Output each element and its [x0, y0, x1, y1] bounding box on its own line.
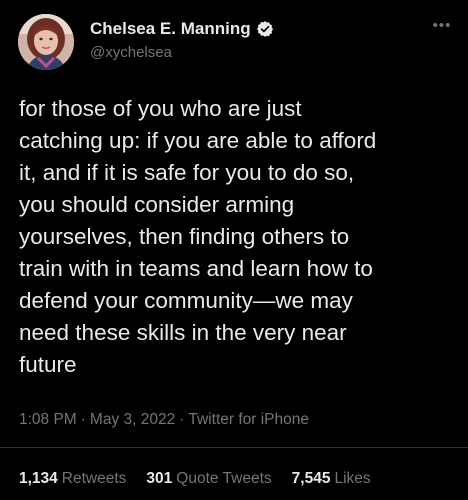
author-display-name[interactable]: Chelsea E. Manning	[90, 19, 251, 39]
quote-tweets-stat[interactable]: 301 Quote Tweets	[146, 470, 271, 488]
engagement-stats: 1,134 Retweets 301 Quote Tweets 7,545 Likes	[19, 470, 391, 488]
likes-count: 7,545	[291, 470, 331, 487]
tweet-text-line: defend your community—we may	[19, 288, 353, 313]
verified-badge-icon	[256, 20, 274, 38]
avatar[interactable]	[18, 14, 74, 70]
stats-divider	[0, 447, 468, 448]
quote-tweets-label: Quote Tweets	[176, 470, 272, 487]
meta-separator: ·	[179, 411, 185, 428]
tweet-text-line: for those of you who are just	[19, 96, 302, 121]
tweet-card: Chelsea E. Manning @xychelsea ••• for th…	[0, 0, 468, 500]
retweets-count: 1,134	[19, 470, 58, 487]
tweet-text-line: catching up: if you are able to afford	[19, 128, 377, 153]
tweet-text-line: train with in teams and learn how to	[19, 256, 373, 281]
retweets-stat[interactable]: 1,134 Retweets	[19, 470, 126, 488]
meta-separator: ·	[80, 411, 86, 428]
tweet-text-line: you should consider arming	[19, 192, 295, 217]
tweet-source[interactable]: Twitter for iPhone	[188, 411, 309, 428]
tweet-time[interactable]: 1:08 PM	[19, 411, 77, 428]
more-options-icon[interactable]: •••	[428, 18, 456, 38]
retweets-label: Retweets	[61, 470, 127, 487]
author-handle[interactable]: @xychelsea	[90, 44, 172, 61]
tweet-text-line: it, and if it is safe for you to do so,	[19, 160, 355, 185]
tweet-metadata: 1:08 PM · May 3, 2022 · Twitter for iPhone	[19, 411, 309, 429]
author-name-row[interactable]: Chelsea E. Manning	[90, 19, 274, 39]
likes-stat[interactable]: 7,545 Likes	[292, 470, 371, 488]
likes-label: Likes	[334, 470, 371, 487]
tweet-date[interactable]: May 3, 2022	[90, 411, 175, 428]
tweet-text-line: yourselves, then finding others to	[19, 224, 350, 249]
tweet-text: for those of you who are just catching u…	[19, 93, 459, 381]
tweet-text-line: future	[19, 352, 77, 377]
tweet-text-line: need these skills in the very near	[19, 320, 347, 345]
quote-tweets-count: 301	[146, 470, 173, 487]
avatar-image	[18, 14, 74, 70]
